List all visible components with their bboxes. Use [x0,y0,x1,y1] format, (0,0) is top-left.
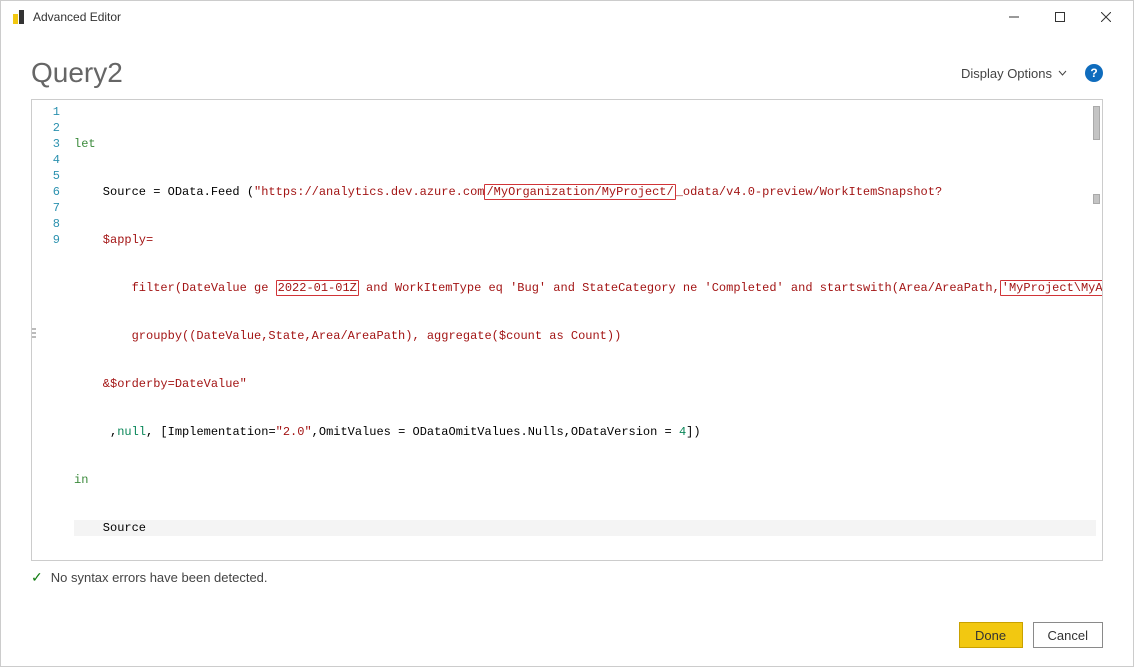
close-button[interactable] [1083,2,1129,32]
status-message: No syntax errors have been detected. [51,570,268,585]
title-bar: Advanced Editor [1,1,1133,33]
app-icon [11,10,25,24]
highlight-org-project: /MyOrganization/MyProject/ [484,184,675,200]
check-icon: ✓ [31,569,43,586]
code-editor[interactable]: 1 2 3 4 5 6 7 8 9 let Source = OData.Fee… [31,99,1103,561]
code-token: ,OmitValues = ODataOmitValues.Nulls,ODat… [312,425,679,439]
chevron-down-icon [1058,70,1067,76]
highlight-date: 2022-01-01Z [276,280,359,296]
code-token: Source [74,521,146,535]
header: Query2 Display Options ? [1,33,1133,99]
code-token: let [74,137,96,151]
code-token: _odata/v4.0-preview/WorkItemSnapshot? [676,185,942,199]
maximize-icon [1055,12,1065,22]
overview-ruler-mark [1093,106,1100,140]
line-number: 1 [32,104,60,120]
line-number-gutter: 1 2 3 4 5 6 7 8 9 [32,100,68,560]
code-area[interactable]: let Source = OData.Feed ("https://analyt… [68,100,1102,560]
overview-ruler-mark [1093,194,1100,204]
close-icon [1101,12,1111,22]
code-token: groupby((DateValue,State,Area/AreaPath),… [74,329,621,343]
cancel-button[interactable]: Cancel [1033,622,1103,648]
display-options-label: Display Options [961,66,1052,81]
line-number: 8 [32,216,60,232]
code-token: and WorkItemType eq 'Bug' and StateCateg… [359,281,1000,295]
code-token: filter(DateValue ge [74,281,276,295]
done-button[interactable]: Done [959,622,1023,648]
line-number: 9 [32,232,60,248]
code-token: $apply= [74,233,153,247]
line-number: 6 [32,184,60,200]
line-number: 3 [32,136,60,152]
status-bar: ✓ No syntax errors have been detected. [1,561,1133,586]
minimize-icon [1009,12,1019,22]
highlight-area-path: 'MyProject\MyAreaPath'))/ [1000,280,1102,296]
line-number: 7 [32,200,60,216]
code-token: in [74,473,88,487]
code-token: , [Implementation= [146,425,276,439]
query-name: Query2 [31,57,961,89]
code-token: &$orderby=DateValue" [74,377,247,391]
code-token: Source = OData.Feed ( [74,185,254,199]
code-token: "https://analytics.dev.azure.com [254,185,484,199]
display-options-dropdown[interactable]: Display Options [961,66,1067,81]
maximize-button[interactable] [1037,2,1083,32]
line-number: 4 [32,152,60,168]
code-token: "2.0" [276,425,312,439]
code-token: , [74,425,117,439]
line-number: 5 [32,168,60,184]
footer-buttons: Done Cancel [959,622,1103,648]
minimize-button[interactable] [991,2,1037,32]
code-token: null [117,425,146,439]
line-number: 2 [32,120,60,136]
help-icon[interactable]: ? [1085,64,1103,82]
code-token: ]) [686,425,700,439]
window-title: Advanced Editor [33,10,121,24]
